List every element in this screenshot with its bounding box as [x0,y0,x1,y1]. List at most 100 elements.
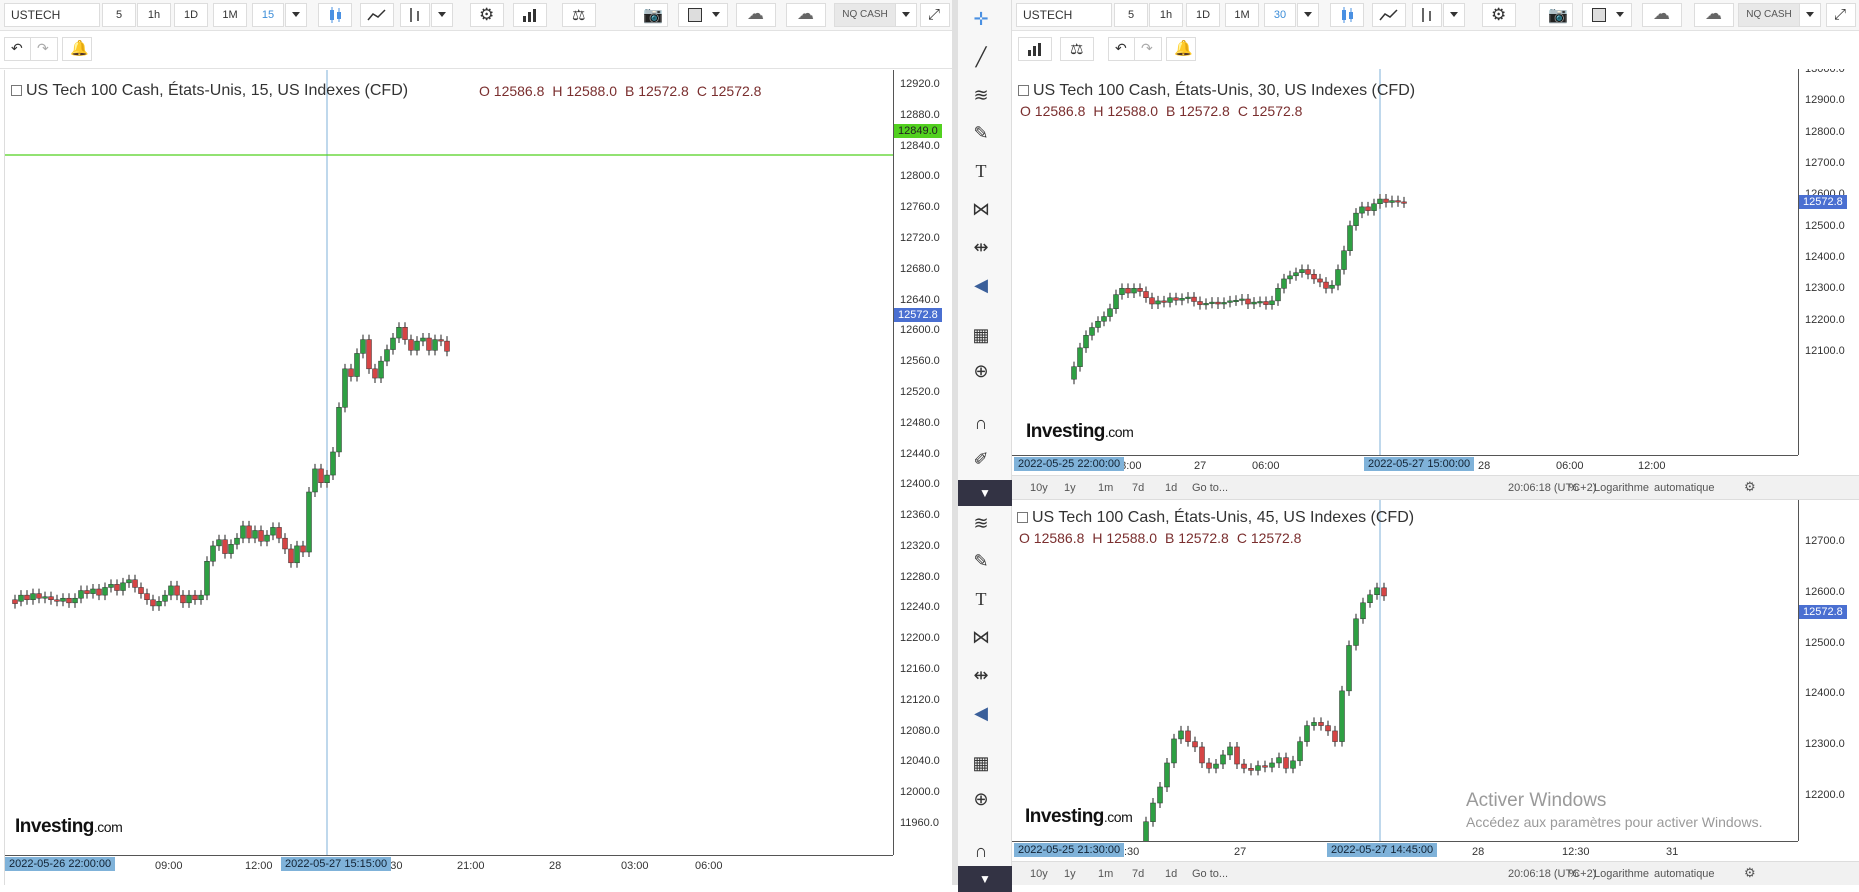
ruler-tool-2[interactable]: ▦ [968,750,994,776]
alert-button[interactable]: 🔔 [62,37,92,61]
market-dropdown[interactable] [895,3,917,27]
range-button-4[interactable]: 1d [1165,482,1177,494]
studies-button[interactable] [513,3,547,27]
collapse-icon[interactable] [1018,85,1029,96]
back-arrow-icon[interactable]: ◀ [968,272,994,298]
bottom-right-item-3[interactable]: automatique [1654,868,1715,880]
indicators-button[interactable] [360,3,394,27]
pattern-tool-2[interactable]: ⋈ [968,624,994,650]
screenshot-button[interactable]: 📷 [1539,3,1573,27]
interval-1d[interactable]: 1D [1186,3,1220,27]
ruler-tool[interactable]: ▦ [968,322,994,348]
cloud-save-button[interactable]: ☁ [1694,3,1734,27]
chart-30-x-axis[interactable]: 18:00 27 06:00 28 06:00 12:00 2022-05-25 22:00… [1012,455,1798,475]
bottom-right-item-1[interactable]: % [1569,868,1579,880]
undo-button[interactable]: ↶ [1108,37,1136,61]
redo-button[interactable]: ↷ [30,37,58,61]
magnet-icon[interactable]: ∩ [968,410,994,436]
settings-button[interactable]: ⚙ [470,3,504,27]
collapse-tools-button-2[interactable]: ▼ [958,866,1012,892]
interval-1m[interactable]: 1M [1225,3,1259,27]
fib-tool[interactable]: ≋ [968,82,994,108]
range-button-3[interactable]: 7d [1132,482,1144,494]
compare-button[interactable] [1412,3,1442,27]
text-tool[interactable]: T [968,158,994,184]
compare-dropdown[interactable] [431,3,453,27]
fullscreen-button[interactable]: ⤢ [920,3,950,27]
magnet-icon-2[interactable]: ∩ [968,838,994,864]
chart-45-y-axis[interactable]: 12700.0 12600.0 12500.0 12400.0 12300.0 12200… [1798,500,1859,841]
studies-button[interactable] [1018,37,1052,61]
chart-45-x-axis[interactable]: :30 27 28 12:30 31 2022-05-25 21:30:00 2022-05… [1012,841,1798,861]
range-button-4[interactable]: 1d [1165,868,1177,880]
range-button-1[interactable]: 1y [1064,482,1076,494]
range-button-5[interactable]: Go to... [1192,482,1228,494]
chart-30-pane[interactable]: US Tech 100 Cash, États-Unis, 30, US Ind… [1012,69,1859,500]
interval-1h[interactable]: 1h [1149,3,1183,27]
range-button-0[interactable]: 10y [1030,868,1048,880]
chart-15-y-axis[interactable]: 12920.0 12880.0 12840.0 12800.0 12760.0 12720… [893,70,952,855]
bottom-right-item-1[interactable]: % [1569,482,1579,494]
pattern-tool[interactable]: ⋈ [968,196,994,222]
interval-dropdown[interactable] [1297,3,1319,27]
chart-15-plot[interactable] [5,70,893,855]
bottom-right-item-2[interactable]: Logarithme [1594,482,1649,494]
chart-30-y-axis[interactable]: 13000.012900.012800.012700.012600.012500… [1798,69,1859,455]
zoom-in-icon[interactable]: ⊕ [968,358,994,384]
candles-button[interactable] [318,3,352,27]
interval-1d[interactable]: 1D [174,3,208,27]
range-button-1[interactable]: 1y [1064,868,1076,880]
back-arrow-icon-2[interactable]: ◀ [968,700,994,726]
trendline-tool[interactable]: ╱ [968,44,994,70]
cloud-load-button[interactable]: ☁ [736,3,776,27]
collapse-tools-button[interactable]: ▼ [958,480,1012,506]
brush-tool-2[interactable]: ✎ [968,548,994,574]
interval-1m[interactable]: 1M [213,3,247,27]
cloud-load-button[interactable]: ☁ [1642,3,1682,27]
interval-30[interactable]: 30 [1264,3,1296,27]
gear-icon[interactable]: ⚙ [1744,865,1756,881]
chart-45-pane[interactable]: US Tech 100 Cash, États-Unis, 45, US Ind… [1012,500,1859,885]
alert-button[interactable]: 🔔 [1166,37,1196,61]
symbol-input[interactable]: USTECH [4,3,100,27]
market-button[interactable]: NQ CASH [1738,3,1800,27]
scales-button[interactable]: ⚖ [1060,37,1094,61]
range-button-3[interactable]: 7d [1132,868,1144,880]
brush-tool[interactable]: ✎ [968,120,994,146]
indicators-button[interactable] [1372,3,1406,27]
bottom-right-item-3[interactable]: automatique [1654,482,1715,494]
range-button-0[interactable]: 10y [1030,482,1048,494]
settings-button[interactable]: ⚙ [1482,3,1516,27]
undo-button[interactable]: ↶ [4,37,32,61]
redo-button[interactable]: ↷ [1134,37,1162,61]
interval-5[interactable]: 5 [1114,3,1148,27]
interval-1h[interactable]: 1h [137,3,171,27]
market-dropdown[interactable] [1799,3,1821,27]
chart-15-x-axis[interactable]: 0009:0012:0017:3021:002803:0006:002022-0… [5,855,893,885]
layout-dropdown[interactable] [706,3,728,27]
screenshot-button[interactable]: 📷 [634,3,668,27]
interval-5[interactable]: 5 [102,3,136,27]
range-button-2[interactable]: 1m [1098,868,1113,880]
crosshair-tool[interactable]: ✛ [968,6,994,32]
layout-dropdown[interactable] [1610,3,1632,27]
gear-icon[interactable]: ⚙ [1744,479,1756,495]
collapse-icon[interactable] [1017,512,1028,523]
fib-tool-2[interactable]: ≋ [968,510,994,536]
compare-button[interactable] [400,3,430,27]
range-button-5[interactable]: Go to... [1192,868,1228,880]
text-tool-2[interactable]: T [968,586,994,612]
measure-tool-2[interactable]: ⇹ [968,662,994,688]
chart-30-plot[interactable] [1012,69,1798,455]
candles-button[interactable] [1330,3,1364,27]
measure-tool[interactable]: ⇹ [968,234,994,260]
market-button[interactable]: NQ CASH [834,3,896,27]
fullscreen-button[interactable]: ⤢ [1826,3,1856,27]
compare-dropdown[interactable] [1443,3,1465,27]
interval-dropdown[interactable] [285,3,307,27]
chart-15-pane[interactable]: US Tech 100 Cash, États-Unis, 15, US Ind… [4,70,952,885]
bottom-right-item-2[interactable]: Logarithme [1594,868,1649,880]
zoom-in-icon-2[interactable]: ⊕ [968,786,994,812]
scales-button[interactable]: ⚖ [562,3,596,27]
range-button-2[interactable]: 1m [1098,482,1113,494]
